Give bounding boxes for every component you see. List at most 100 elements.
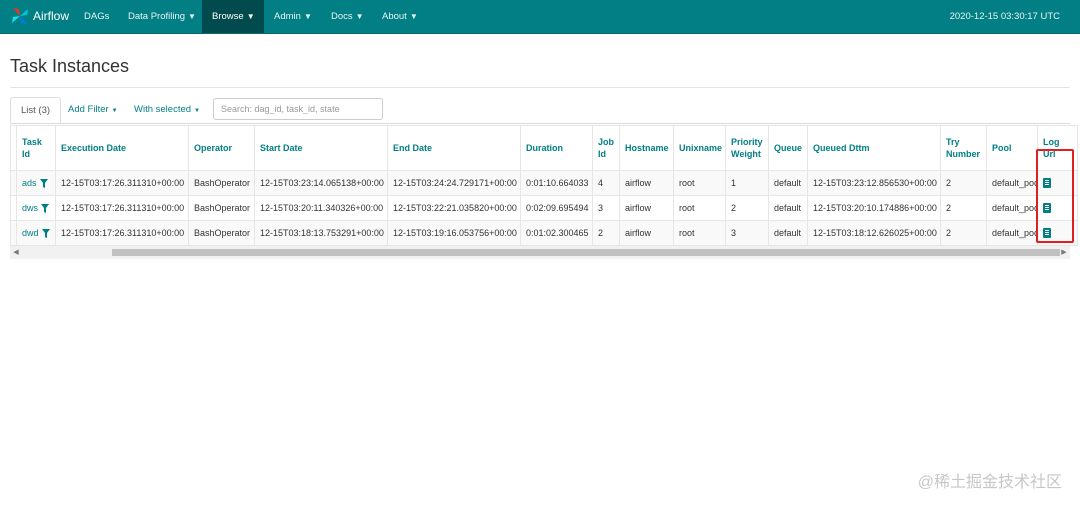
table-cell: root [673, 220, 726, 246]
table-cell: 12-15T03:24:24.729171+00:00 [387, 170, 521, 196]
task-instances-table: Task Id Execution Date Operator Start Da… [10, 125, 1078, 246]
filter-icon[interactable] [41, 229, 50, 239]
table-cell: default_pool [986, 195, 1038, 221]
add-filter-label: Add Filter [68, 104, 109, 115]
table-cell: default [768, 220, 808, 246]
table-cell: 2 [940, 195, 987, 221]
table-cell: 12-15T03:23:12.856530+00:00 [807, 170, 941, 196]
tab-list[interactable]: List (3) [10, 97, 62, 123]
table-cell: 12-15T03:19:16.053756+00:00 [387, 220, 521, 246]
table-cell: root [673, 170, 726, 196]
chevron-down-icon: ▼ [188, 12, 196, 21]
table-cell: 12-15T03:23:14.065138+00:00 [254, 170, 388, 196]
table-cell: default_pool [986, 220, 1038, 246]
nav-dags[interactable]: DAGs [74, 0, 119, 33]
table-cell: 2 [940, 170, 987, 196]
column-header[interactable]: Priority Weight [725, 125, 769, 171]
table-cell: 12-15T03:20:11.340326+00:00 [254, 195, 388, 221]
nav-about[interactable]: About ▼ [372, 0, 428, 33]
column-header[interactable]: Hostname [619, 125, 674, 171]
nav-data-profiling-label: Data Profiling [128, 11, 186, 22]
column-header[interactable]: Unixname [673, 125, 726, 171]
table-cell: BashOperator [188, 170, 255, 196]
scroll-left-arrow-icon[interactable]: ◀ [10, 246, 22, 259]
chevron-down-icon: ▼ [355, 12, 364, 21]
utc-clock: 2020-12-15 03:30:17 UTC [949, 11, 1060, 22]
table-cell: 4 [592, 170, 620, 196]
with-selected-label: With selected [134, 104, 192, 115]
add-filter-dropdown[interactable]: Add Filter ▼ [58, 97, 128, 123]
table-row: ads 12-15T03:17:26.311310+00:00 BashOper… [10, 170, 1078, 196]
table-cell: 12-15T03:17:26.311310+00:00 [55, 195, 189, 221]
log-url-highlight-box [1036, 149, 1074, 243]
table-cell: 0:02:09.695494 [520, 195, 593, 221]
horizontal-scrollbar[interactable]: ◀ ▶ [10, 246, 1070, 259]
chevron-down-icon: ▼ [303, 12, 312, 21]
watermark: @稀土掘金技术社区 [917, 474, 1062, 491]
nav-admin[interactable]: Admin ▼ [264, 0, 322, 33]
table-cell: default [768, 195, 808, 221]
column-header[interactable]: Duration [520, 125, 593, 171]
scroll-right-arrow-icon[interactable]: ▶ [1058, 246, 1070, 259]
nav-data-profiling[interactable]: Data Profiling ▼ [118, 0, 206, 33]
brand-logo[interactable]: Airflow [10, 6, 69, 26]
task-id-cell: dwd [16, 220, 56, 246]
nav-admin-label: Admin [274, 11, 301, 22]
table-cell: airflow [619, 195, 674, 221]
column-header[interactable]: Execution Date [55, 125, 189, 171]
task-id-link[interactable]: dwd [22, 228, 39, 238]
filter-icon[interactable] [39, 179, 48, 189]
caret-down-icon: ▼ [194, 108, 200, 114]
task-id-link[interactable]: dws [22, 203, 38, 213]
column-header[interactable]: Operator [188, 125, 255, 171]
table-cell: 3 [725, 220, 769, 246]
table-cell: airflow [619, 170, 674, 196]
filter-icon[interactable] [41, 204, 50, 214]
nav-dags-label: DAGs [84, 11, 110, 22]
table-cell: 12-15T03:22:21.035820+00:00 [387, 195, 521, 221]
table-cell: 12-15T03:18:13.753291+00:00 [254, 220, 388, 246]
nav-about-label: About [382, 11, 407, 22]
top-navbar: Airflow DAGs Data Profiling ▼ Browse ▼ Adm… [0, 0, 1080, 34]
nav-browse-label: Browse [212, 11, 244, 22]
column-header[interactable]: Try Number [940, 125, 987, 171]
table-row: dws 12-15T03:17:26.311310+00:00 BashOper… [10, 195, 1078, 221]
nav-docs[interactable]: Docs ▼ [321, 0, 374, 33]
tabs-divider [10, 123, 1070, 124]
nav-browse[interactable]: Browse ▼ [202, 0, 264, 33]
table-cell: BashOperator [188, 195, 255, 221]
table-cell: 12-15T03:17:26.311310+00:00 [55, 170, 189, 196]
search-input[interactable] [213, 98, 383, 120]
table-cell: 2 [725, 195, 769, 221]
with-selected-dropdown[interactable]: With selected ▼ [124, 97, 210, 123]
task-id-link[interactable]: ads [22, 178, 37, 188]
airflow-pinwheel-icon [12, 8, 28, 24]
column-header[interactable]: Queue [768, 125, 808, 171]
table-cell: airflow [619, 220, 674, 246]
table-cell: 1 [725, 170, 769, 196]
column-header[interactable]: Start Date [254, 125, 388, 171]
table-cell: 2 [592, 220, 620, 246]
tab-list-label: List (3) [21, 105, 51, 116]
task-id-cell: ads [16, 170, 56, 196]
table-cell: default [768, 170, 808, 196]
table-cell: default_pool [986, 170, 1038, 196]
table-header-row: Task Id Execution Date Operator Start Da… [10, 125, 1078, 171]
column-header[interactable]: Pool [986, 125, 1038, 171]
column-header[interactable]: Job Id [592, 125, 620, 171]
nav-docs-label: Docs [331, 11, 353, 22]
table-cell: 0:01:10.664033 [520, 170, 593, 196]
table-cell: 12-15T03:20:10.174886+00:00 [807, 195, 941, 221]
caret-down-icon: ▼ [111, 108, 118, 114]
chevron-down-icon: ▼ [409, 12, 418, 21]
scrollbar-thumb[interactable] [112, 249, 1060, 256]
table-cell: 12-15T03:18:12.626025+00:00 [807, 220, 941, 246]
brand-name: Airflow [33, 9, 70, 23]
column-header[interactable]: Task Id [16, 125, 56, 171]
table-cell: BashOperator [188, 220, 255, 246]
table-row: dwd 12-15T03:17:26.311310+00:00 BashOper… [10, 220, 1078, 246]
column-header[interactable]: Queued Dttm [807, 125, 941, 171]
table-cell: 3 [592, 195, 620, 221]
column-header[interactable]: End Date [387, 125, 521, 171]
title-divider [10, 87, 1070, 88]
